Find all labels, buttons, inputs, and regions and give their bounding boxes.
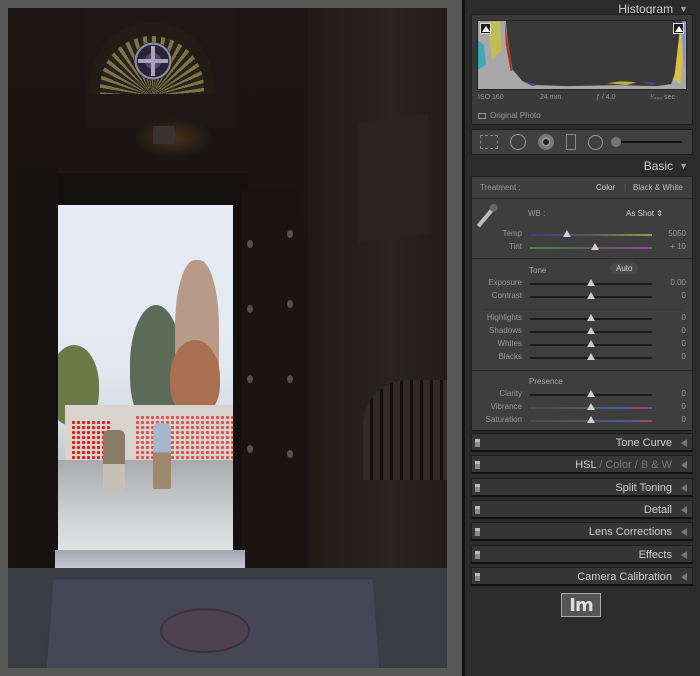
wb-label: WB :	[528, 209, 546, 218]
contrast-slider[interactable]: Contrast 0	[472, 291, 692, 303]
treatment-color-option[interactable]: Color	[596, 183, 615, 192]
photo-doorway	[55, 205, 233, 550]
slider-thumb[interactable]	[587, 390, 595, 397]
section-toggle-switch-icon[interactable]	[475, 505, 480, 514]
section-split-toning[interactable]: Split Toning	[471, 477, 693, 497]
spot-removal-tool-icon[interactable]	[510, 134, 526, 150]
slider-thumb[interactable]	[587, 279, 595, 286]
tint-slider[interactable]: Tint + 10	[472, 242, 692, 254]
histogram-yellow-bump	[606, 81, 637, 86]
treatment-bw-option[interactable]: Black & White	[633, 183, 683, 192]
tool-strip	[471, 129, 693, 155]
photo-preview[interactable]	[8, 8, 447, 668]
section-camera-calibration[interactable]: Camera Calibration	[471, 566, 693, 586]
slider-thumb[interactable]	[587, 292, 595, 299]
slider-thumb[interactable]	[587, 327, 595, 334]
crop-overlay-tool-icon[interactable]	[480, 135, 498, 149]
photo-door-left	[16, 168, 58, 588]
develop-right-panel: Histogram ▼ ISO 160 24 mm ƒ / 4.0 ¹⁄₄₀₀ …	[462, 0, 700, 676]
collapse-triangle-icon: ▼	[679, 161, 688, 171]
highlight-clipping-overlay	[135, 415, 233, 465]
histogram-panel: ISO 160 24 mm ƒ / 4.0 ¹⁄₄₀₀ sec Original…	[471, 14, 693, 125]
expand-triangle-icon	[681, 439, 687, 447]
exif-iso: ISO 160	[478, 94, 504, 101]
exif-shutter: ¹⁄₄₀₀ sec	[650, 94, 676, 101]
histogram-plot	[478, 21, 686, 89]
section-effects[interactable]: Effects	[471, 544, 693, 564]
expand-triangle-icon	[681, 528, 687, 537]
exif-aperture: ƒ / 4.0	[596, 94, 616, 101]
saturation-slider[interactable]: Saturation 0	[472, 415, 692, 427]
radial-filter-tool-icon[interactable]	[588, 134, 603, 150]
section-detail[interactable]: Detail	[471, 499, 693, 519]
vibrance-slider[interactable]: Vibrance 0	[472, 402, 692, 414]
collapse-triangle-icon: ▼	[679, 4, 688, 14]
slider-thumb[interactable]	[587, 403, 595, 410]
original-photo-label: Original Photo	[490, 111, 541, 120]
tone-label: Tone	[529, 266, 547, 275]
shadows-slider[interactable]: Shadows 0	[472, 326, 692, 338]
blacks-slider[interactable]: Blacks 0	[472, 352, 692, 364]
highlight-clipping-toggle[interactable]	[673, 23, 684, 34]
expand-triangle-icon	[681, 461, 687, 470]
wb-preset-dropdown[interactable]: As Shot ⇕	[626, 209, 663, 218]
expand-triangle-icon	[681, 550, 687, 559]
basic-panel: Treatment : Color | Black & White WB : A…	[471, 176, 693, 431]
section-toggle-switch-icon[interactable]	[475, 528, 480, 537]
photo-rug	[44, 577, 382, 668]
expand-triangle-icon	[681, 505, 687, 514]
section-toggle-switch-icon[interactable]	[475, 550, 480, 559]
exposure-slider[interactable]: Exposure 0.00	[472, 278, 692, 290]
treatment-label: Treatment :	[480, 183, 521, 192]
section-toggle-switch-icon[interactable]	[475, 439, 480, 447]
slider-thumb[interactable]	[587, 353, 595, 360]
section-hsl-color-b-w[interactable]: HSL / Color / B & W	[471, 455, 693, 475]
section-toggle-switch-icon[interactable]	[475, 483, 480, 492]
highlights-slider[interactable]: Highlights 0	[472, 313, 692, 325]
section-lens-corrections[interactable]: Lens Corrections	[471, 522, 693, 542]
original-photo-checkbox[interactable]: Original Photo	[478, 111, 541, 120]
basic-header[interactable]: Basic ▼	[465, 157, 700, 175]
white-balance-eyedropper-icon[interactable]	[476, 206, 496, 228]
photo-person	[103, 430, 125, 492]
adjustment-brush-slider[interactable]	[611, 137, 682, 147]
temp-slider[interactable]: Temp 5050	[472, 229, 692, 241]
checkbox-icon	[478, 112, 486, 119]
shadow-clipping-toggle[interactable]	[480, 23, 491, 34]
lightroom-logo: Im	[561, 593, 601, 617]
expand-triangle-icon	[681, 572, 687, 581]
adjustment-brush-icon[interactable]	[611, 137, 621, 147]
slider-thumb[interactable]	[587, 416, 595, 423]
whites-slider[interactable]: Whites 0	[472, 339, 692, 351]
slider-thumb[interactable]	[587, 314, 595, 321]
photo-grille	[363, 380, 447, 480]
section-toggle-switch-icon[interactable]	[475, 572, 480, 581]
exif-focal-length: 24 mm	[540, 94, 562, 101]
histogram-graph[interactable]	[477, 20, 687, 90]
red-eye-tool-icon[interactable]	[538, 134, 554, 150]
photo-canvas-area	[0, 0, 462, 676]
clarity-slider[interactable]: Clarity 0	[472, 389, 692, 401]
photo-person	[153, 423, 171, 489]
slider-thumb[interactable]	[590, 243, 599, 250]
slider-thumb[interactable]	[587, 340, 595, 347]
section-toggle-switch-icon[interactable]	[475, 461, 480, 470]
slider-thumb[interactable]	[562, 230, 571, 237]
expand-triangle-icon	[681, 483, 687, 492]
treatment-separator: |	[624, 183, 627, 192]
auto-tone-button[interactable]: Auto	[610, 263, 639, 274]
section-tone-curve[interactable]: Tone Curve	[471, 433, 693, 452]
photo-door-right	[241, 190, 301, 575]
presence-label: Presence	[529, 377, 563, 386]
photo-plaque	[358, 113, 428, 243]
basic-title: Basic	[643, 159, 674, 173]
graduated-filter-tool-icon[interactable]	[566, 134, 576, 150]
